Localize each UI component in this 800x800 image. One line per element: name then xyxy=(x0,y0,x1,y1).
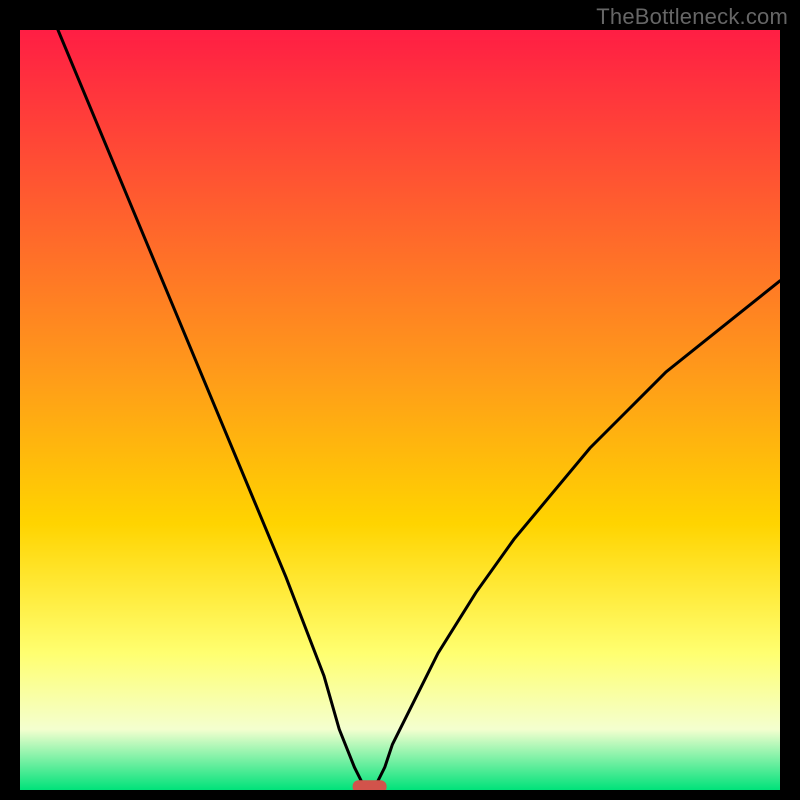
chart-frame: TheBottleneck.com xyxy=(0,0,800,800)
watermark-text: TheBottleneck.com xyxy=(596,4,788,30)
bottleneck-curve-svg xyxy=(20,30,780,790)
optimum-marker xyxy=(353,780,387,790)
gradient-background xyxy=(20,30,780,790)
plot-area xyxy=(20,30,780,790)
